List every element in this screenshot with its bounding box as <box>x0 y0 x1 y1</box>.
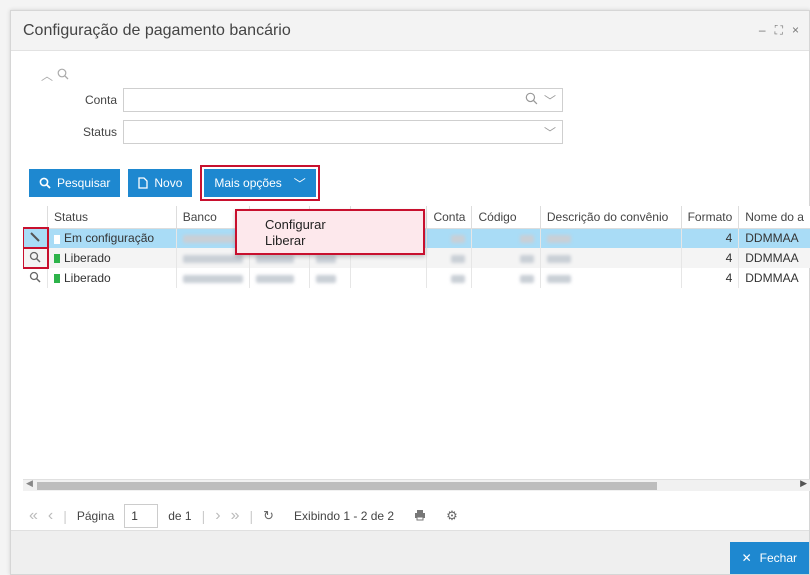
filter-status-row: Status ﹀ <box>11 119 563 145</box>
edit-icon[interactable] <box>23 227 49 249</box>
page-input[interactable]: 1 <box>124 504 159 528</box>
row-nome: DDMMAA <box>738 228 810 248</box>
search-button-label: Pesquisar <box>57 176 111 190</box>
more-options-label: Mais opções <box>214 176 282 190</box>
settings-icon[interactable]: ⚙ <box>446 508 458 524</box>
row-formato: 4 <box>681 228 740 248</box>
status-indicator <box>54 234 60 244</box>
column-header-descricao[interactable]: Descrição do convênio <box>540 206 682 229</box>
conta-field[interactable]: ﹀ <box>123 88 563 112</box>
status-indicator <box>54 274 60 284</box>
refresh-icon[interactable]: ↻ <box>263 508 274 524</box>
search-icon <box>57 68 69 83</box>
row-status: Em configuração <box>64 231 155 246</box>
scroll-right-icon[interactable]: ▶ <box>800 478 807 489</box>
close-button[interactable]: ✕ Fechar <box>729 542 809 574</box>
conta-label: Conta <box>84 93 117 107</box>
status-field[interactable]: ﹀ <box>123 120 563 144</box>
page-of-label: de 1 <box>168 509 192 523</box>
filter-conta-row: Conta ﹀ <box>11 87 563 113</box>
column-header-codigo[interactable]: Código <box>471 206 541 229</box>
minimize-icon[interactable]: – <box>759 23 766 38</box>
showing-label: Exibindo 1 - 2 de 2 <box>294 509 395 523</box>
page-label: Página <box>76 509 115 523</box>
scroll-left-icon[interactable]: ◀ <box>26 478 33 489</box>
prev-page-icon[interactable]: ‹ <box>48 507 53 525</box>
column-header-nome[interactable]: Nome do a <box>738 206 810 229</box>
last-page-icon[interactable]: » <box>231 507 240 525</box>
view-icon[interactable] <box>23 247 49 269</box>
menu-item-configurar[interactable]: Configurar <box>265 217 395 233</box>
search-button[interactable]: Pesquisar <box>29 169 121 197</box>
window-title: Configuração de pagamento bancário <box>23 21 291 39</box>
search-icon[interactable] <box>525 92 538 109</box>
row-status: Liberado <box>64 271 111 285</box>
close-icon: ✕ <box>741 551 752 565</box>
pagination-bar: « ‹ | Página 1 de 1 | › » | ↻ Exibindo 1… <box>29 501 458 531</box>
more-options-button[interactable]: Mais opções ﹀ <box>200 165 320 201</box>
maximize-icon[interactable]: ⛶ <box>775 23 783 38</box>
column-header-status[interactable]: Status <box>47 206 177 229</box>
title-bar: Configuração de pagamento bancário – ⛶ × <box>11 11 809 51</box>
document-icon <box>138 177 149 189</box>
filter-toggle[interactable]: ︿ <box>41 67 69 84</box>
row-formato: 4 <box>681 268 740 288</box>
first-page-icon[interactable]: « <box>29 507 38 525</box>
column-header-conta[interactable]: Conta <box>426 206 473 229</box>
status-label: Status <box>82 125 117 139</box>
chevron-down-icon: ﹀ <box>293 176 306 191</box>
close-button-label: Fechar <box>759 551 797 565</box>
chevron-up-icon[interactable]: ︿ <box>41 67 53 84</box>
status-indicator <box>54 254 60 264</box>
new-button[interactable]: Novo <box>128 169 193 197</box>
chevron-down-icon[interactable]: ﹀ <box>544 124 556 141</box>
row-status: Liberado <box>64 251 111 265</box>
chevron-down-icon[interactable]: ﹀ <box>544 92 556 109</box>
new-button-label: Novo <box>154 176 183 190</box>
row-nome: DDMMAA <box>738 248 810 268</box>
menu-item-liberar[interactable]: Liberar <box>265 233 395 249</box>
horizontal-scrollbar[interactable]: ◀ ▶ <box>23 478 810 491</box>
row-formato: 4 <box>681 248 740 268</box>
dialog-window: Configuração de pagamento bancário – ⛶ ×… <box>10 10 810 575</box>
close-icon[interactable]: × <box>792 23 799 38</box>
dialog-footer: ✕ Fechar <box>11 530 809 574</box>
table-row[interactable]: Liberado 4 DDMMAA <box>23 268 810 288</box>
toolbar: Pesquisar Novo Mais opções ﹀ <box>29 165 320 201</box>
more-options-menu: Configurar Liberar <box>235 209 425 255</box>
row-nome: DDMMAA <box>738 268 810 288</box>
print-icon[interactable] <box>414 509 426 524</box>
search-icon <box>39 177 51 189</box>
column-header-formato[interactable]: Formato <box>681 206 740 229</box>
next-page-icon[interactable]: › <box>215 507 220 525</box>
column-header-actions <box>23 206 48 229</box>
view-icon[interactable] <box>23 268 48 288</box>
scrollbar-thumb[interactable] <box>37 482 657 490</box>
